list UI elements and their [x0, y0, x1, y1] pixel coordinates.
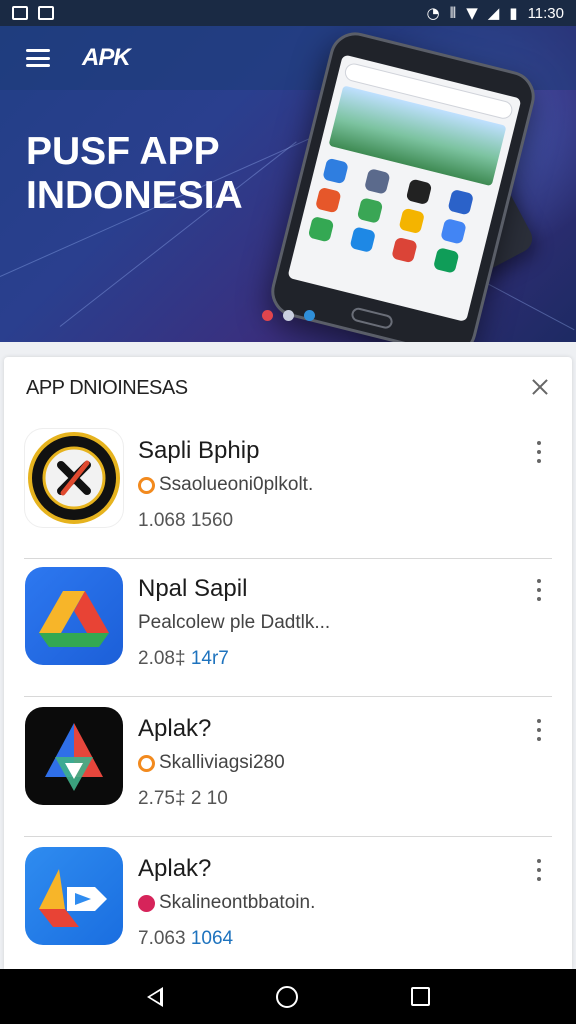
- phone-screen: [287, 54, 522, 323]
- app-subtitle: Pealcolew ple Dadtlk...: [138, 612, 331, 633]
- hero-banner[interactable]: APK PUSF APP INDONESIA: [0, 26, 576, 342]
- hero-title-line1: PUSF APP: [26, 130, 220, 173]
- list-item[interactable]: Aplak? Skalliviagsi280 2.75‡ 2 10: [4, 697, 572, 837]
- back-icon[interactable]: [146, 986, 163, 1007]
- recents-icon[interactable]: [410, 987, 430, 1006]
- carousel-dot[interactable]: [262, 310, 273, 321]
- list-item[interactable]: Sapli Bphip Ssaolueoni0plkolt. 1.068 156…: [4, 419, 572, 559]
- app-developer: Skalliviagsi280: [138, 752, 285, 774]
- app-developer: Ssaolueoni0plkolt.: [138, 474, 313, 496]
- badge-icon: [138, 754, 155, 772]
- hero-title-line2: INDONESIA: [26, 174, 243, 217]
- status-time: 11:30: [527, 4, 564, 22]
- brand-logo[interactable]: APK: [82, 44, 131, 72]
- image-icon: [38, 6, 54, 20]
- home-icon[interactable]: [275, 985, 298, 1008]
- wifi-icon: ▼: [466, 4, 478, 22]
- carousel-indicator[interactable]: [262, 310, 315, 321]
- app-name: Aplak?: [138, 855, 212, 882]
- more-options-icon[interactable]: [536, 719, 542, 741]
- badge-icon: [138, 476, 155, 494]
- screenshot-icon: [12, 6, 28, 20]
- list-item[interactable]: Aplak? Skalineontbbatoin. 7.063 1064: [4, 837, 572, 969]
- app-developer: Pealcolew ple Dadtlk...: [138, 612, 330, 634]
- status-left-icons: [12, 6, 54, 20]
- badge-icon: [138, 894, 155, 912]
- status-right-icons: ◔ ⦀ ▼ ◢ ▮ 11:30: [427, 4, 565, 22]
- alarm-icon: ◔: [426, 4, 440, 22]
- app-developer: Skalineontbbatoin.: [138, 892, 315, 914]
- app-stats: 2.08‡ 14r7: [138, 648, 229, 670]
- app-subtitle: Ssaolueoni0plkolt.: [159, 474, 314, 495]
- app-stat-a: 7.063: [138, 928, 186, 949]
- carousel-dot[interactable]: [304, 310, 315, 321]
- app-stat-b: 14r7: [190, 648, 229, 669]
- app-stats: 1.068 1560: [138, 510, 233, 532]
- more-options-icon[interactable]: [536, 441, 542, 463]
- app-name: Aplak?: [138, 715, 212, 742]
- hero-title: PUSF APP INDONESIA: [26, 130, 326, 218]
- app-list-card: APP DNIOINESAS Sapli Bphip Ssaolueoni0pl…: [4, 357, 572, 969]
- app-stat-b: 1560: [190, 510, 234, 531]
- more-options-icon[interactable]: [536, 579, 542, 601]
- app-stat-b: 1064: [190, 928, 234, 949]
- close-icon[interactable]: [530, 377, 550, 397]
- more-options-icon[interactable]: [536, 859, 542, 881]
- app-subtitle: Skalineontbbatoin.: [159, 892, 316, 913]
- app-subtitle: Skalliviagsi280: [159, 752, 285, 773]
- emblem-logo-icon: [25, 429, 123, 527]
- vibrate-icon: ⦀: [449, 4, 457, 22]
- app-stats: 7.063 1064: [138, 928, 233, 950]
- phone-home-button: [349, 306, 395, 331]
- app-name: Npal Sapil: [138, 575, 248, 602]
- app-stats: 2.75‡ 2 10: [138, 788, 228, 810]
- list-item[interactable]: Npal Sapil Pealcolew ple Dadtlk... 2.08‡…: [4, 557, 572, 697]
- system-nav-bar: [0, 969, 576, 1024]
- app-name: Sapli Bphip: [138, 437, 260, 464]
- card-header: APP DNIOINESAS: [4, 357, 572, 419]
- battery-icon: ▮: [509, 4, 518, 22]
- menu-icon[interactable]: [26, 49, 50, 67]
- signal-icon: ◢: [487, 4, 500, 22]
- app-stat-b: 2 10: [190, 788, 228, 809]
- drive-triangle-icon: [25, 567, 123, 665]
- carousel-dot[interactable]: [283, 310, 294, 321]
- app-stat-a: 2.08‡: [138, 648, 186, 669]
- card-title: APP DNIOINESAS: [26, 377, 188, 399]
- status-bar: ◔ ⦀ ▼ ◢ ▮ 11:30: [0, 0, 576, 26]
- app-stat-a: 1.068: [138, 510, 186, 531]
- blue-arrow-icon: [25, 847, 123, 945]
- app-stat-a: 2.75‡: [138, 788, 186, 809]
- red-blue-triangle-icon: [25, 707, 123, 805]
